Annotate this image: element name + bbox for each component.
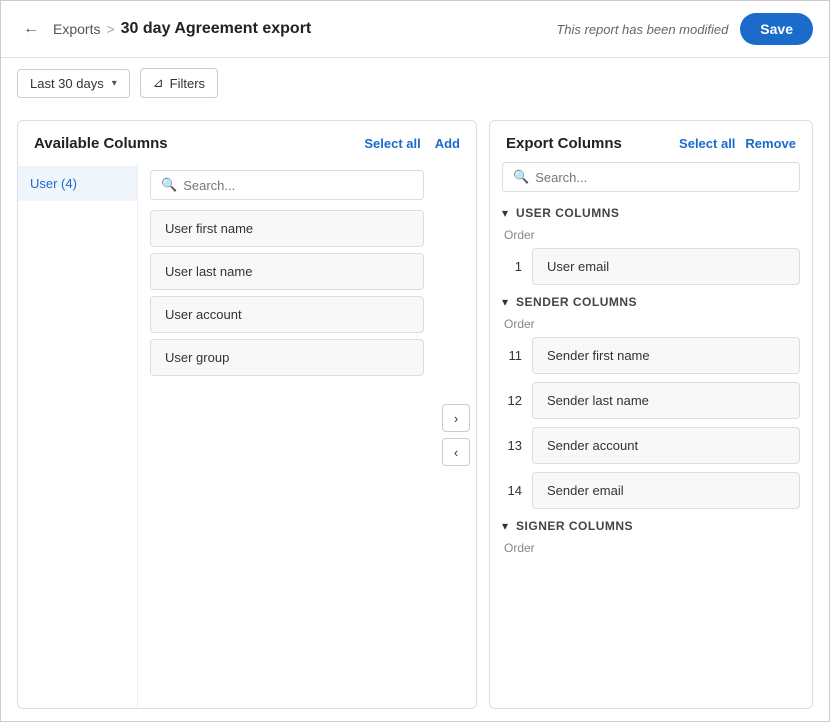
export-panel-header: Export Columns Select all Remove — [490, 121, 812, 162]
column-item-label: User first name — [165, 221, 253, 236]
user-columns-section-header: ▾ USER COLUMNS — [502, 206, 800, 220]
category-label: User (4) — [30, 176, 77, 191]
header-right: This report has been modified Save — [556, 13, 813, 45]
export-search-wrapper: 🔍 — [502, 162, 800, 192]
search-icon: 🔍 — [161, 177, 177, 193]
available-panel-header: Available Columns Select all Add — [18, 121, 476, 162]
export-item-label: User email — [547, 259, 609, 274]
export-item-label: Sender last name — [547, 393, 649, 408]
export-columns-panel: Export Columns Select all Remove 🔍 ▾ USE… — [489, 120, 813, 709]
export-item-label: Sender email — [547, 483, 624, 498]
available-panel-body: User (4) 🔍 User first name User last nam… — [18, 162, 476, 708]
order-number: 14 — [502, 483, 522, 498]
filters-button[interactable]: ⊿ Filters — [140, 68, 218, 98]
transfer-left-button[interactable]: ‹ — [442, 438, 470, 466]
export-item[interactable]: Sender first name — [532, 337, 800, 374]
available-columns-panel: Available Columns Select all Add User (4… — [17, 120, 477, 709]
breadcrumb-separator: > — [106, 21, 114, 37]
breadcrumb-current: 30 day Agreement export — [121, 20, 312, 38]
export-item[interactable]: Sender email — [532, 472, 800, 509]
transfer-right-button[interactable]: › — [442, 404, 470, 432]
sender-columns-section-header: ▾ SENDER COLUMNS — [502, 295, 800, 309]
order-number: 13 — [502, 438, 522, 453]
export-select-all-button[interactable]: Select all — [679, 136, 735, 151]
list-item[interactable]: User first name — [150, 210, 424, 247]
available-search-wrapper: 🔍 — [150, 170, 424, 200]
signer-order-label: Order — [502, 541, 800, 555]
order-number: 1 — [502, 259, 522, 274]
main-content: Available Columns Select all Add User (4… — [1, 108, 829, 721]
header: ← Exports > 30 day Agreement export This… — [1, 1, 829, 58]
signer-columns-section-header: ▾ SIGNER COLUMNS — [502, 519, 800, 533]
export-search-input[interactable] — [535, 170, 789, 185]
export-row: 11 Sender first name — [502, 337, 800, 374]
available-search-input[interactable] — [183, 178, 413, 193]
modified-text: This report has been modified — [556, 22, 728, 37]
export-remove-button[interactable]: Remove — [745, 136, 796, 151]
transfer-buttons: › ‹ — [436, 162, 476, 708]
search-icon: 🔍 — [513, 169, 529, 185]
chevron-down-icon: ▾ — [112, 78, 117, 89]
export-panel-actions: Select all Remove — [679, 136, 796, 151]
order-number: 11 — [502, 348, 522, 363]
export-item-label: Sender first name — [547, 348, 650, 363]
user-columns-title: USER COLUMNS — [516, 206, 619, 220]
list-item[interactable]: User account — [150, 296, 424, 333]
toolbar: Last 30 days ▾ ⊿ Filters — [1, 58, 829, 108]
sender-order-label: Order — [502, 317, 800, 331]
chevron-down-icon: ▾ — [502, 206, 508, 220]
chevron-left-icon: ‹ — [454, 445, 458, 460]
export-panel-title: Export Columns — [506, 135, 622, 152]
user-order-label: Order — [502, 228, 800, 242]
sender-columns-title: SENDER COLUMNS — [516, 295, 637, 309]
save-button[interactable]: Save — [740, 13, 813, 45]
export-item[interactable]: Sender account — [532, 427, 800, 464]
export-row: 14 Sender email — [502, 472, 800, 509]
column-item-label: User last name — [165, 264, 252, 279]
column-item-label: User group — [165, 350, 229, 365]
signer-columns-title: SIGNER COLUMNS — [516, 519, 633, 533]
filter-icon: ⊿ — [153, 75, 164, 91]
breadcrumb: Exports > 30 day Agreement export — [53, 20, 556, 38]
export-item-label: Sender account — [547, 438, 638, 453]
order-number: 12 — [502, 393, 522, 408]
export-panel-body: 🔍 ▾ USER COLUMNS Order 1 User email — [490, 162, 812, 708]
list-item[interactable]: User last name — [150, 253, 424, 290]
export-item[interactable]: Sender last name — [532, 382, 800, 419]
chevron-down-icon: ▾ — [502, 295, 508, 309]
column-item-label: User account — [165, 307, 242, 322]
available-add-button[interactable]: Add — [435, 136, 460, 151]
category-list: User (4) — [18, 162, 138, 708]
app-container: ← Exports > 30 day Agreement export This… — [0, 0, 830, 722]
columns-area: 🔍 User first name User last name User ac… — [138, 162, 436, 708]
chevron-down-icon: ▾ — [502, 519, 508, 533]
available-select-all-button[interactable]: Select all — [364, 136, 420, 151]
back-button[interactable]: ← — [17, 15, 45, 43]
filters-label: Filters — [170, 76, 205, 91]
category-item-user[interactable]: User (4) — [18, 166, 137, 201]
available-panel-actions: Select all Add — [364, 136, 460, 151]
export-row: 13 Sender account — [502, 427, 800, 464]
list-item[interactable]: User group — [150, 339, 424, 376]
chevron-right-icon: › — [454, 411, 458, 426]
export-row: 1 User email — [502, 248, 800, 285]
export-item[interactable]: User email — [532, 248, 800, 285]
export-row: 12 Sender last name — [502, 382, 800, 419]
available-panel-title: Available Columns — [34, 135, 168, 152]
date-range-label: Last 30 days — [30, 76, 104, 91]
breadcrumb-exports[interactable]: Exports — [53, 21, 100, 37]
date-range-dropdown[interactable]: Last 30 days ▾ — [17, 69, 130, 98]
back-icon: ← — [23, 20, 39, 38]
